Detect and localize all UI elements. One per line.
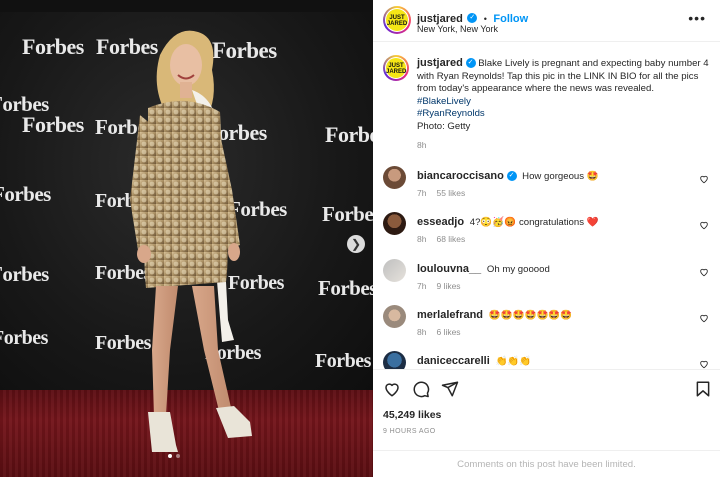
- avatar-ring-inner: JUST JARED: [385, 57, 407, 79]
- comment-meta: 8h 68 likes: [417, 234, 465, 244]
- comment-body: esseadjo 4?😳🥳😡 congratulations ❤️: [417, 216, 599, 229]
- caption-username[interactable]: justjared: [417, 57, 463, 69]
- backdrop-logo: Forbes: [22, 112, 84, 137]
- comment-text: How gorgeous 🤩: [522, 171, 599, 182]
- post-timestamp: 9 HOURS AGO: [383, 428, 436, 435]
- backdrop-logo: Forbes: [0, 327, 48, 349]
- verified-badge-icon: ✓: [506, 171, 517, 182]
- comment-body: daniceccarelli 👏👏👏: [417, 355, 531, 368]
- commenter-avatar[interactable]: [383, 212, 406, 235]
- backdrop-logo: Forbes: [0, 262, 49, 286]
- photo-credit: Photo: Getty: [417, 120, 471, 132]
- comment-item: daniceccarelli 👏👏👏: [383, 351, 713, 369]
- backdrop-logo: Forbes: [325, 122, 373, 147]
- comment-body: merlalefrand 🤩🤩🤩🤩🤩🤩🤩: [417, 309, 572, 322]
- comment-item: biancaroccisano ✓ How gorgeous 🤩 7h 55 li…: [383, 166, 713, 210]
- heart-icon[interactable]: [699, 359, 709, 369]
- comment-icon[interactable]: [412, 380, 430, 398]
- backdrop-logo: Forbes: [315, 350, 371, 372]
- header-separator: •: [483, 14, 487, 24]
- avatar-logo-text: JUST JARED: [386, 58, 406, 78]
- comment-text: 👏👏👏: [495, 356, 532, 367]
- next-photo-arrow-icon[interactable]: ❯: [347, 235, 365, 253]
- caption-avatar[interactable]: JUST JARED: [383, 55, 409, 81]
- comment-time: 8h: [417, 327, 427, 337]
- hashtag-link[interactable]: #RyanReynolds: [417, 108, 709, 121]
- verified-badge-icon: ✓: [465, 58, 476, 69]
- comment-item: merlalefrand 🤩🤩🤩🤩🤩🤩🤩 8h 6 likes: [383, 305, 713, 349]
- comment-body: loulouvna__ Oh my gooood: [417, 263, 550, 276]
- comment-text: 🤩🤩🤩🤩🤩🤩🤩: [488, 310, 573, 321]
- heart-icon[interactable]: [699, 313, 709, 323]
- comment-body: biancaroccisano ✓ How gorgeous 🤩: [417, 170, 599, 183]
- heart-icon[interactable]: [699, 220, 709, 230]
- carousel-dot: [176, 454, 180, 458]
- heart-icon[interactable]: [383, 380, 401, 398]
- comment-text: 4?😳🥳😡 congratulations ❤️: [469, 217, 599, 228]
- comment-username[interactable]: esseadjo: [417, 216, 464, 228]
- carousel-dots: [168, 454, 180, 458]
- heart-icon[interactable]: [699, 174, 709, 184]
- comment-username[interactable]: loulouvna__: [417, 263, 481, 275]
- commenter-avatar[interactable]: [383, 351, 406, 369]
- follow-button[interactable]: Follow: [493, 13, 528, 25]
- bookmark-icon[interactable]: [694, 380, 712, 398]
- avatar-ring-inner: JUST JARED: [385, 8, 409, 32]
- avatar-logo-text: JUST JARED: [386, 9, 408, 31]
- carousel-dot-active: [168, 454, 172, 458]
- likes-count[interactable]: 45,249 likes: [383, 409, 441, 421]
- comments-list[interactable]: JUST JARED justjared ✓ Blake Lively is p…: [373, 43, 720, 369]
- comment-time: 8h: [417, 234, 427, 244]
- account-avatar[interactable]: JUST JARED: [383, 6, 411, 34]
- comment-meta: 7h 55 likes: [417, 188, 465, 198]
- post-side-panel: JUST JARED justjared ✓ • Follow New York…: [373, 0, 720, 477]
- comment-likes[interactable]: 6 likes: [436, 327, 460, 337]
- verified-badge-icon: ✓: [467, 12, 478, 23]
- comment-likes[interactable]: 9 likes: [436, 281, 460, 291]
- more-horizontal-icon[interactable]: •••: [688, 10, 706, 26]
- commenter-avatar[interactable]: [383, 259, 406, 282]
- post-photo[interactable]: Forbes Forbes Forbes Forbes Forbes Forbe…: [0, 0, 373, 477]
- backdrop-logo: Forbes: [322, 202, 373, 226]
- comment-meta: 7h 9 likes: [417, 281, 461, 291]
- comment-likes[interactable]: 68 likes: [436, 234, 465, 244]
- comment-username[interactable]: daniceccarelli: [417, 355, 490, 367]
- comment-time: 7h: [417, 188, 427, 198]
- caption-time: 8h: [417, 139, 427, 150]
- comment-time: 7h: [417, 281, 427, 291]
- photo-top-strip: [0, 0, 373, 12]
- comment-meta: 8h 6 likes: [417, 327, 461, 337]
- post-header: JUST JARED justjared ✓ • Follow New York…: [373, 0, 720, 42]
- comment-likes[interactable]: 55 likes: [436, 188, 465, 198]
- hashtag-link[interactable]: #BlakeLively: [417, 96, 709, 109]
- comment-item: esseadjo 4?😳🥳😡 congratulations ❤️ 8h 68 l…: [383, 212, 713, 256]
- post-actions: 45,249 likes 9 HOURS AGO: [373, 369, 720, 449]
- comment-username[interactable]: biancaroccisano: [417, 170, 504, 182]
- comment-username[interactable]: merlalefrand: [417, 309, 483, 321]
- location-link[interactable]: New York, New York: [417, 24, 498, 34]
- commenter-avatar[interactable]: [383, 166, 406, 189]
- comment-text: Oh my gooood: [486, 264, 550, 275]
- heart-icon[interactable]: [699, 267, 709, 277]
- backdrop-logo: Forbes: [0, 182, 51, 206]
- comments-limited-notice: Comments on this post have been limited.: [373, 450, 720, 477]
- backdrop-logo: Forbes: [22, 34, 84, 59]
- caption-body: justjared ✓ Blake Lively is pregnant and…: [417, 57, 709, 151]
- commenter-avatar[interactable]: [383, 305, 406, 328]
- person-figure: [130, 30, 252, 452]
- backdrop-logo: Forbes: [318, 276, 373, 300]
- share-icon[interactable]: [441, 380, 459, 398]
- comment-item: loulouvna__ Oh my gooood 7h 9 likes: [383, 259, 713, 303]
